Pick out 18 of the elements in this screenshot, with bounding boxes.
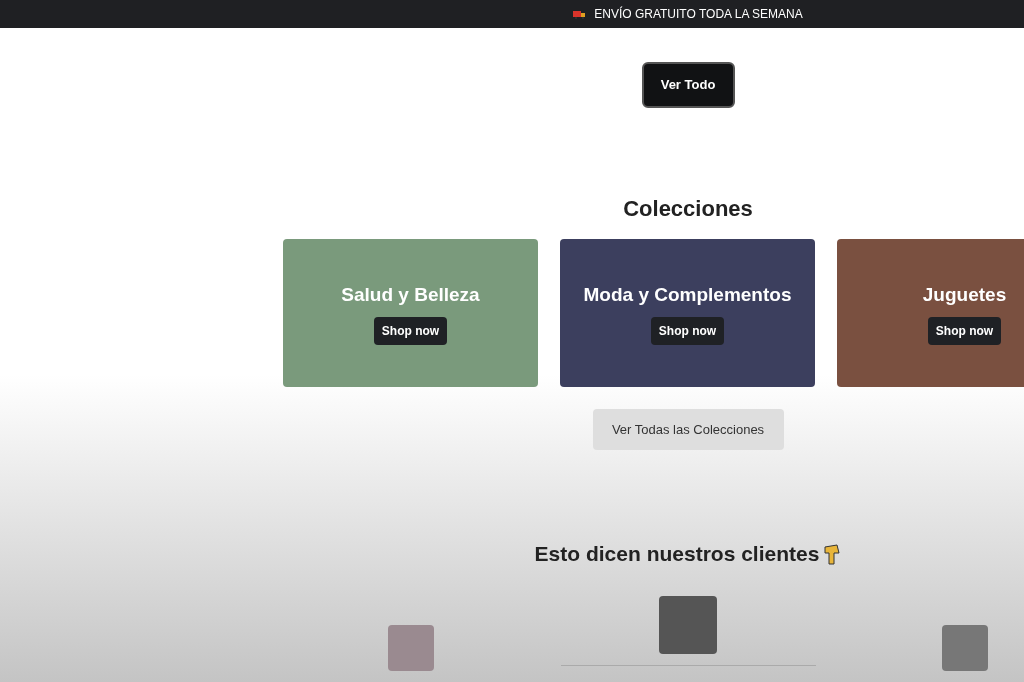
view-all-collections-button[interactable]: Ver Todas las Colecciones <box>592 409 784 450</box>
truck-icon <box>573 9 587 19</box>
collections-heading: Colecciones <box>623 195 753 223</box>
collection-title: Salud y Belleza <box>341 282 480 307</box>
testimonials-heading: Esto dicen nuestros clientes <box>534 541 820 567</box>
collection-title: Moda y Complementos <box>583 282 792 307</box>
shop-now-button[interactable]: Shop now <box>373 317 448 346</box>
photo-placeholder <box>388 624 434 671</box>
collection-card[interactable]: Juguetes Shop now <box>837 239 1024 387</box>
collection-card[interactable]: Salud y Belleza Shop now <box>283 239 538 387</box>
shop-now-button[interactable]: Shop now <box>650 317 725 346</box>
shop-now-button[interactable]: Shop now <box>927 317 1002 346</box>
announcement-text: ENVÍO GRATUITO TODA LA SEMANA <box>594 5 803 23</box>
photo-placeholder <box>659 595 717 654</box>
collection-title: Juguetes <box>922 282 1007 307</box>
collection-card[interactable]: Moda y Complementos Shop now <box>560 239 815 387</box>
photo-placeholder <box>942 624 988 671</box>
view-all-button[interactable]: Ver Todo <box>641 62 735 108</box>
